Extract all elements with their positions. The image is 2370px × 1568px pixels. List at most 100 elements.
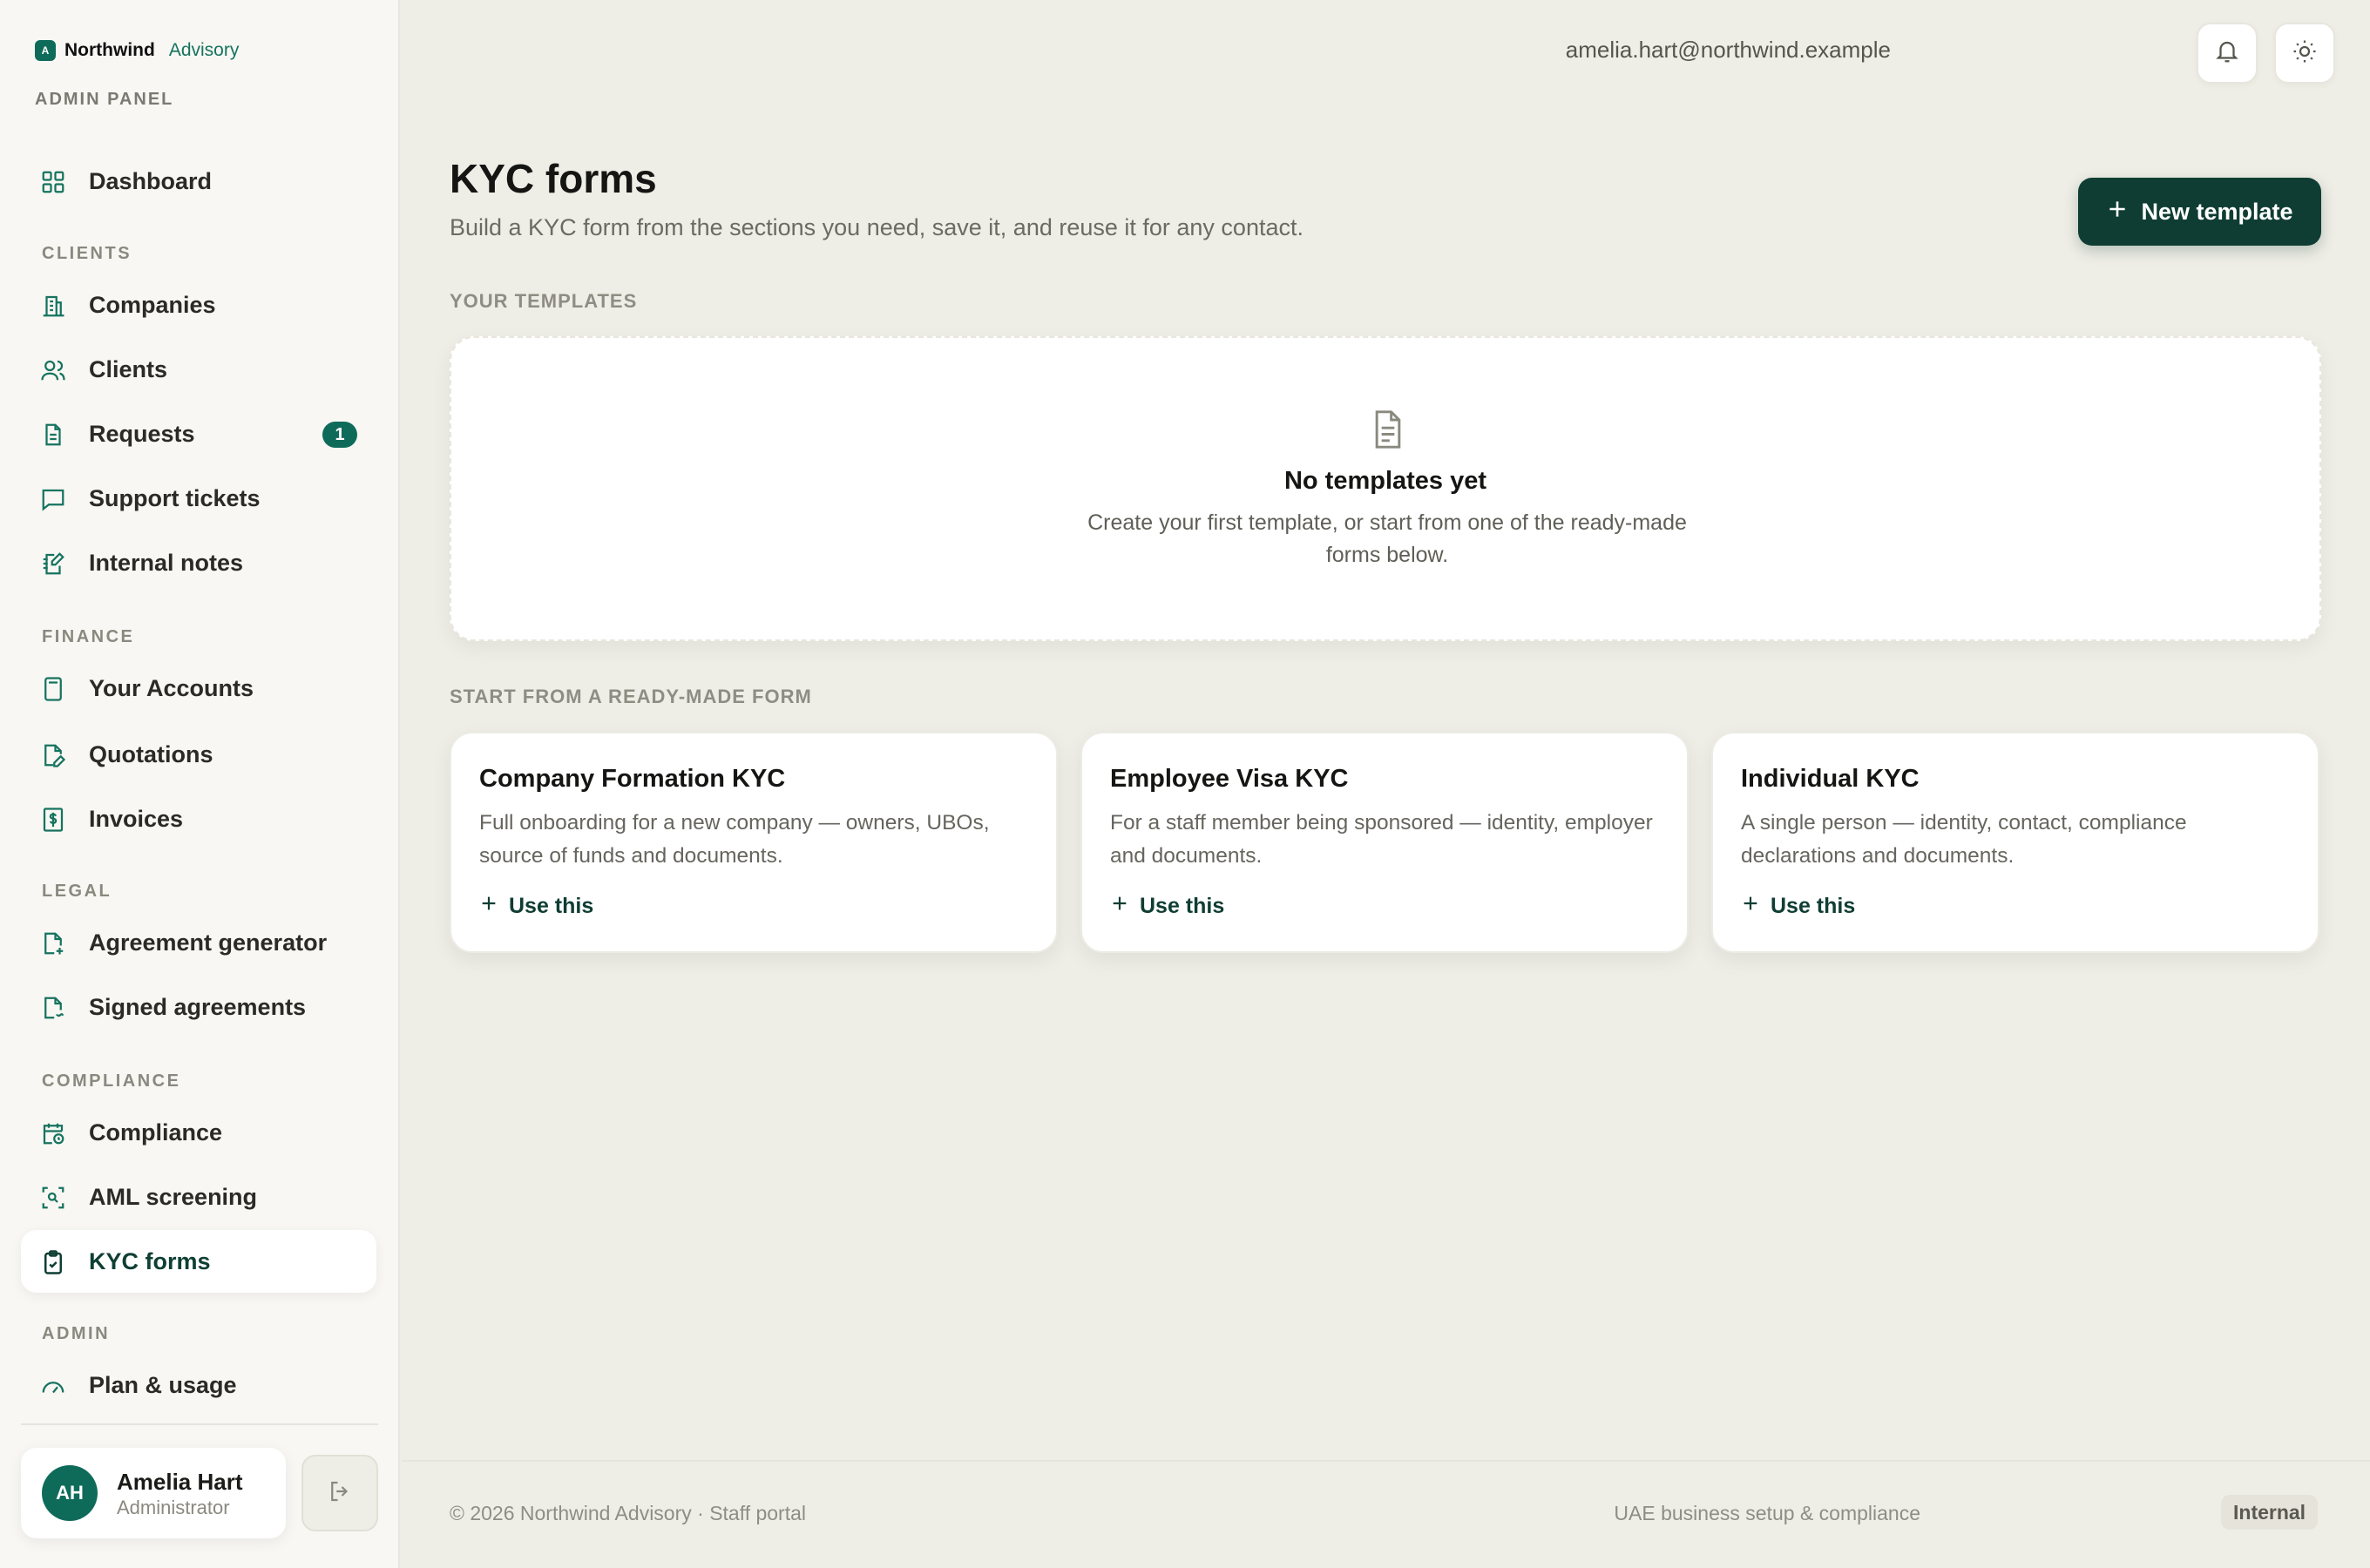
gauge-icon [40, 1373, 66, 1399]
user-role: Administrator [117, 1497, 230, 1518]
plus-icon [1110, 894, 1129, 919]
template-title: Individual KYC [1741, 765, 1920, 793]
sidebar-item-label: Support tickets [89, 484, 261, 511]
sidebar-item-aml-screening[interactable]: AML screening [21, 1166, 376, 1228]
nav-section-legal: LEGAL [42, 882, 112, 901]
users-icon [40, 357, 66, 383]
template-description: A single person — identity, contact, com… [1741, 811, 2187, 868]
file-plus-icon [40, 930, 66, 956]
panel-label: ADMIN PANEL [35, 90, 174, 109]
template-title: Company Formation KYC [479, 765, 786, 793]
new-template-button[interactable]: New template [2078, 178, 2321, 246]
sidebar-item-companies[interactable]: Companies [21, 274, 376, 336]
template-description: For a staff member being sponsored — ide… [1110, 811, 1653, 868]
use-template-button[interactable]: Use this [479, 894, 593, 919]
sidebar-item-signed-agreements[interactable]: Signed agreements [21, 976, 376, 1038]
clipboard-check-icon [40, 1249, 66, 1275]
sidebar-item-compliance[interactable]: Compliance [21, 1101, 376, 1164]
empty-state-text: Create your first template, or start fro… [1087, 510, 1687, 567]
sidebar-item-label: Quotations [89, 740, 213, 767]
sidebar-item-label: Invoices [89, 805, 184, 832]
sidebar-item-dashboard[interactable]: Dashboard [21, 150, 376, 213]
sidebar-item-invoices[interactable]: Invoices [21, 787, 376, 850]
brand-logo: A [35, 40, 56, 61]
use-template-button[interactable]: Use this [1110, 894, 1224, 919]
sidebar-item-label: Dashboard [89, 167, 213, 194]
footer-divider [402, 1460, 2370, 1462]
building-icon [40, 293, 66, 319]
template-card: Employee Visa KYC For a staff member bei… [1080, 732, 1689, 953]
sidebar-item-label: KYC forms [89, 1247, 211, 1274]
use-template-button[interactable]: Use this [1741, 894, 1855, 919]
sidebar-item-agreement-generator[interactable]: Agreement generator [21, 911, 376, 974]
sidebar: A Northwind Advisory ADMIN PANEL Dashboa… [0, 0, 400, 1568]
sidebar-item-internal-notes[interactable]: Internal notes [21, 531, 376, 594]
sidebar-item-label: Requests [89, 420, 195, 447]
nav-section-clients: CLIENTS [42, 244, 132, 263]
sidebar-item-label: Clients [89, 355, 168, 382]
plus-icon [479, 894, 498, 919]
main-content: amelia.hart@northwind.example KYC forms … [402, 0, 2370, 1568]
sidebar-item-label: Companies [89, 291, 216, 318]
your-templates-label: YOUR TEMPLATES [450, 290, 638, 312]
file-text-icon [1369, 408, 1407, 451]
sidebar-item-kyc-forms[interactable]: KYC forms [21, 1230, 376, 1293]
theme-toggle-button[interactable] [2274, 23, 2335, 84]
calculator-icon [40, 676, 66, 702]
file-signature-icon [40, 995, 66, 1021]
user-name: Amelia Hart [117, 1469, 243, 1495]
page-title: KYC forms [450, 156, 657, 201]
empty-state-title: No templates yet [1283, 467, 1487, 495]
brand[interactable]: A Northwind Advisory [35, 40, 239, 61]
plus-icon [2106, 198, 2129, 226]
template-title: Employee Visa KYC [1110, 765, 1349, 793]
template-card: Individual KYC A single person — identit… [1711, 732, 2319, 953]
user-card[interactable]: AH Amelia Hart Administrator [21, 1448, 286, 1538]
brand-name: Northwind [64, 40, 155, 60]
nav-section-admin: ADMIN [42, 1324, 111, 1343]
sidebar-item-quotations[interactable]: Quotations [21, 723, 376, 786]
sidebar-item-support-tickets[interactable]: Support tickets [21, 467, 376, 530]
logout-button[interactable] [301, 1455, 378, 1531]
sidebar-item-label: Plan & usage [89, 1371, 237, 1398]
sidebar-item-label: Your Accounts [89, 674, 254, 701]
use-template-label: Use this [509, 894, 594, 918]
user-email: amelia.hart@northwind.example [1565, 37, 1891, 63]
sidebar-item-label: Internal notes [89, 549, 244, 576]
footer-tagline: UAE business setup & compliance [1614, 1502, 1920, 1524]
log-out-icon [327, 1478, 353, 1509]
calendar-clock-icon [40, 1120, 66, 1146]
sidebar-item-clients[interactable]: Clients [21, 338, 376, 401]
sidebar-item-your-accounts[interactable]: Your Accounts [21, 657, 376, 720]
sidebar-item-label: Agreement generator [89, 929, 328, 956]
file-pen-icon [40, 742, 66, 768]
requests-count-badge: 1 [322, 422, 357, 448]
sidebar-item-label: Compliance [89, 1119, 223, 1146]
sidebar-divider [21, 1423, 378, 1425]
grid-icon [40, 169, 66, 195]
scan-search-icon [40, 1185, 66, 1211]
message-icon [40, 486, 66, 512]
sidebar-item-plan-usage[interactable]: Plan & usage [21, 1354, 376, 1416]
empty-templates-card: No templates yet Create your first templ… [450, 336, 2321, 641]
file-text-icon [40, 422, 66, 448]
template-card: Company Formation KYC Full onboarding fo… [450, 732, 1058, 953]
nav-section-finance: FINANCE [42, 627, 135, 646]
new-template-label: New template [2141, 198, 2293, 225]
template-description: Full onboarding for a new company — owne… [479, 811, 990, 868]
ready-made-label: START FROM A READY-MADE FORM [450, 686, 812, 707]
brand-sub: Advisory [168, 40, 240, 60]
sidebar-item-label: Signed agreements [89, 993, 307, 1020]
receipt-dollar-icon [40, 807, 66, 833]
sidebar-item-label: AML screening [89, 1183, 258, 1210]
footer-copyright: © 2026 Northwind Advisory · Staff portal [450, 1502, 807, 1524]
plus-icon [1741, 894, 1760, 919]
notifications-button[interactable] [2197, 23, 2258, 84]
bell-icon [2214, 38, 2240, 69]
sun-icon [2292, 38, 2318, 69]
page-subtitle: Build a KYC form from the sections you n… [450, 214, 1304, 240]
sidebar-item-requests[interactable]: Requests 1 [21, 402, 376, 465]
footer-internal-badge: Internal [2221, 1495, 2319, 1530]
nav-section-compliance: COMPLIANCE [42, 1071, 181, 1091]
notebook-pen-icon [40, 551, 66, 577]
